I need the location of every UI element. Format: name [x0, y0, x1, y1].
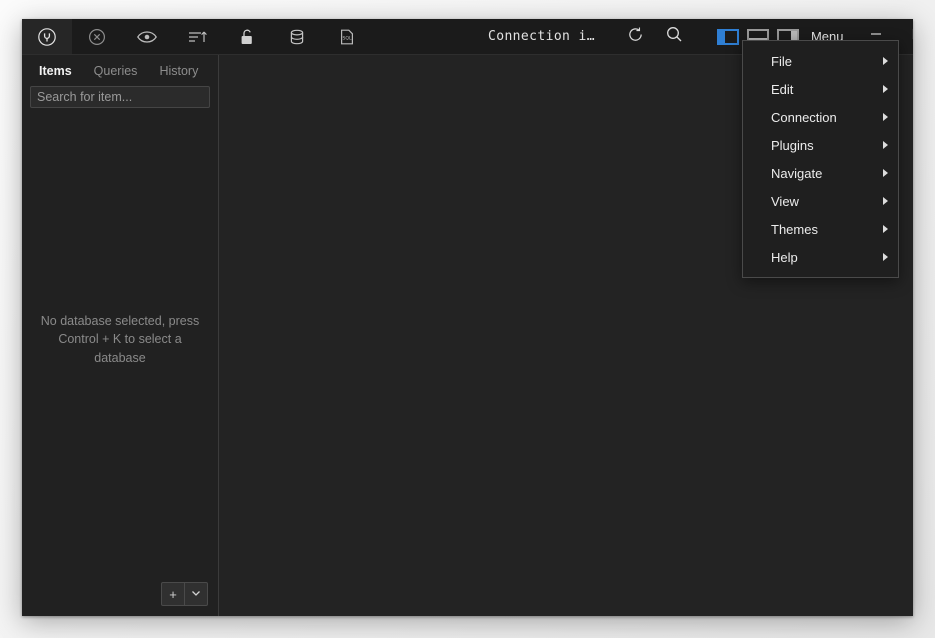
svg-text:SQL: SQL: [342, 35, 352, 41]
add-item-dropdown-button[interactable]: [185, 583, 207, 605]
menu-item-label: Navigate: [771, 166, 822, 181]
empty-state-message: No database selected, press Control + K …: [32, 312, 208, 366]
menu-item-edit[interactable]: Edit: [743, 75, 898, 103]
menu-item-themes[interactable]: Themes: [743, 215, 898, 243]
chevron-right-icon: [883, 225, 888, 233]
chevron-right-icon: [883, 113, 888, 121]
menu-item-label: Plugins: [771, 138, 814, 153]
search-icon: [665, 25, 683, 48]
maximize-button[interactable]: [897, 19, 913, 54]
connect-plug-icon: [37, 27, 57, 47]
menu-item-view[interactable]: View: [743, 187, 898, 215]
search-icon-button[interactable]: [655, 19, 693, 54]
desktop-background: SQL Connection i…: [0, 0, 935, 638]
application-window: SQL Connection i…: [22, 19, 913, 616]
database-icon-button[interactable]: [272, 19, 322, 54]
menu-item-help[interactable]: Help: [743, 243, 898, 271]
chevron-right-icon: [883, 169, 888, 177]
tab-history[interactable]: History: [150, 60, 207, 82]
menu-item-file[interactable]: File: [743, 47, 898, 75]
refresh-icon: [627, 26, 644, 48]
search-input[interactable]: [30, 86, 210, 108]
sidebar: Items Queries History No database select…: [22, 55, 219, 616]
search-container: [22, 86, 218, 108]
eye-icon: [136, 27, 158, 47]
sort-ascending-icon: [186, 27, 208, 47]
database-icon: [287, 27, 307, 47]
menu-item-label: Edit: [771, 82, 793, 97]
maximize-icon: [911, 27, 913, 46]
menu-item-label: File: [771, 54, 792, 69]
tab-queries[interactable]: Queries: [85, 60, 147, 82]
unlock-padlock-icon: [238, 27, 256, 47]
connection-title: Connection i…: [488, 29, 617, 44]
toolbar-left-icons: SQL: [22, 19, 372, 54]
sql-file-icon: SQL: [337, 27, 357, 47]
empty-state: No database selected, press Control + K …: [22, 108, 218, 571]
chevron-down-icon: [190, 587, 202, 602]
menu-item-navigate[interactable]: Navigate: [743, 159, 898, 187]
chevron-right-icon: [883, 197, 888, 205]
sidebar-footer: +: [22, 571, 218, 616]
add-item-split-button: +: [161, 582, 208, 606]
unlock-padlock-icon-button[interactable]: [222, 19, 272, 54]
menu-item-plugins[interactable]: Plugins: [743, 131, 898, 159]
add-item-button[interactable]: +: [162, 583, 184, 605]
sql-file-icon-button[interactable]: SQL: [322, 19, 372, 54]
sort-ascending-icon-button[interactable]: [172, 19, 222, 54]
menu-item-label: View: [771, 194, 799, 209]
menu-dropdown: File Edit Connection Plugins Navigate Vi…: [742, 40, 899, 278]
menu-item-label: Connection: [771, 110, 837, 125]
tab-items[interactable]: Items: [30, 60, 81, 82]
menu-item-connection[interactable]: Connection: [743, 103, 898, 131]
disconnect-circle-x-icon: [87, 27, 107, 47]
menu-item-label: Help: [771, 250, 798, 265]
chevron-right-icon: [883, 85, 888, 93]
chevron-right-icon: [883, 141, 888, 149]
chevron-right-icon: [883, 253, 888, 261]
disconnect-circle-x-icon-button[interactable]: [72, 19, 122, 54]
titlebar-center: Connection i…: [372, 19, 799, 54]
layout-left-panel-toggle[interactable]: [717, 29, 739, 45]
chevron-right-icon: [883, 57, 888, 65]
eye-icon-button[interactable]: [122, 19, 172, 54]
connect-plug-icon-button[interactable]: [22, 19, 72, 54]
sidebar-tabs: Items Queries History: [22, 55, 218, 86]
refresh-icon-button[interactable]: [617, 19, 655, 54]
menu-item-label: Themes: [771, 222, 818, 237]
